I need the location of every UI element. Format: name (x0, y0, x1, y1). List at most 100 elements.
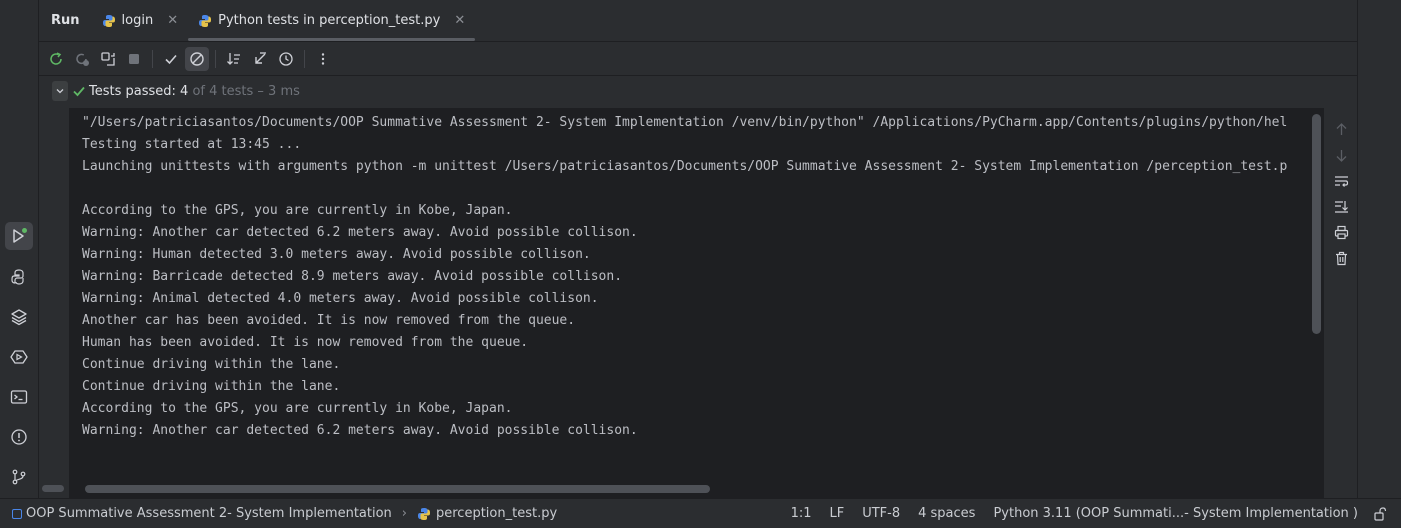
chevron-right-icon: › (401, 506, 407, 521)
python-file-icon (418, 507, 430, 520)
test-status-text: Tests passed: 4 of 4 tests – 3 ms (89, 84, 300, 99)
console-actions (1325, 108, 1357, 498)
tab-label: login (121, 13, 154, 28)
console-line: Warning: Another car detected 6.2 meters… (82, 423, 638, 438)
console-line: Warning: Human detected 3.0 meters away.… (82, 247, 591, 262)
console-line: Testing started at 13:45 ... (82, 137, 302, 152)
console-line: According to the GPS, you are currently … (82, 401, 513, 416)
console-line: According to the GPS, you are currently … (82, 203, 513, 218)
collapse-tree-button[interactable] (52, 81, 68, 101)
stop-icon (129, 53, 139, 64)
trash-icon (1335, 251, 1347, 265)
file-encoding[interactable]: UTF-8 (853, 506, 909, 521)
tool-window-strip (0, 0, 39, 498)
breadcrumb-file[interactable]: perception_test.py (436, 506, 557, 521)
line-separator[interactable]: LF (820, 506, 853, 521)
arrow-up-icon (1336, 122, 1346, 135)
services-icon (10, 350, 28, 364)
console-line: Continue driving within the lane. (82, 357, 341, 372)
tree-horizontal-scrollbar[interactable] (42, 485, 64, 492)
lock-icon[interactable] (1373, 506, 1387, 521)
run-toolbar (39, 42, 1357, 76)
rerun-button[interactable] (44, 47, 68, 71)
problems-tool-button[interactable] (5, 423, 33, 451)
python-packages-tool-button[interactable] (5, 303, 33, 331)
python-tests-icon (199, 14, 212, 27)
console-output[interactable]: "/Users/patriciasantos/Documents/OOP Sum… (69, 108, 1324, 498)
tests-detail: of 4 tests – 3 ms (192, 83, 300, 99)
terminal-icon (10, 390, 28, 404)
sort-alphabetically-button[interactable] (222, 47, 246, 71)
show-passed-button[interactable] (159, 47, 183, 71)
toggle-auto-test-icon (101, 51, 115, 66)
python-console-icon (11, 269, 24, 285)
tests-passed-count: 4 (180, 83, 189, 99)
show-ignored-button[interactable] (185, 46, 209, 71)
history-button[interactable] (274, 47, 298, 71)
console-line: Continue driving within the lane. (82, 379, 341, 394)
show-passed-icon (165, 54, 177, 64)
sort-by-duration-icon (255, 51, 266, 64)
toolbar-separator (215, 49, 216, 68)
sort-by-duration-button[interactable] (248, 47, 272, 71)
run-tool-button[interactable] (5, 222, 33, 250)
run-panel-title: Run (51, 13, 80, 28)
rerun-icon (50, 51, 62, 65)
clear-all-button[interactable] (1332, 249, 1350, 267)
python-console-tool-button[interactable] (5, 263, 33, 291)
close-icon[interactable]: ✕ (167, 13, 178, 28)
services-tool-button[interactable] (5, 343, 33, 371)
caret-position[interactable]: 1:1 (782, 506, 821, 521)
console-line: "/Users/patriciasantos/Documents/OOP Sum… (82, 115, 1288, 130)
right-tool-strip (1357, 0, 1401, 498)
status-bar: OOP Summative Assessment 2- System Imple… (0, 498, 1401, 528)
soft-wrap-icon (1334, 175, 1348, 187)
test-tree-pane[interactable] (39, 106, 69, 498)
run-icon (13, 228, 27, 243)
module-icon (12, 508, 22, 519)
down-stack-button[interactable] (1332, 146, 1350, 164)
tab-label: Python tests in perception_test.py (218, 13, 441, 28)
up-stack-button[interactable] (1332, 120, 1350, 138)
test-status-row: Tests passed: 4 of 4 tests – 3 ms (39, 77, 1357, 105)
soft-wrap-button[interactable] (1332, 172, 1350, 190)
console-line: Warning: Animal detected 4.0 meters away… (82, 291, 599, 306)
chevron-down-icon (56, 89, 64, 94)
arrow-down-icon (1336, 149, 1346, 162)
close-icon[interactable]: ✕ (454, 13, 465, 28)
breadcrumb-project[interactable]: OOP Summative Assessment 2- System Imple… (26, 506, 392, 521)
tests-passed-label: Tests passed: (89, 83, 181, 99)
print-button[interactable] (1332, 223, 1350, 241)
console-text: "/Users/patriciasantos/Documents/OOP Sum… (82, 112, 1324, 442)
console-line: Human has been avoided. It is now remove… (82, 335, 529, 350)
console-vertical-scrollbar[interactable] (1312, 114, 1321, 334)
python-icon (102, 14, 115, 27)
scroll-to-end-icon (1334, 200, 1348, 213)
more-options-button[interactable] (311, 47, 335, 71)
show-ignored-icon (190, 51, 204, 66)
stop-button[interactable] (122, 47, 146, 71)
tab-python-tests[interactable]: Python tests in perception_test.py ✕ (188, 0, 476, 41)
sort-alphabetically-icon (227, 52, 240, 65)
console-horizontal-scrollbar[interactable] (85, 485, 710, 493)
indent-setting[interactable]: 4 spaces (909, 506, 984, 521)
check-icon (73, 86, 85, 97)
console-line: Warning: Another car detected 6.2 meters… (82, 225, 638, 240)
toolbar-separator (304, 49, 305, 68)
python-interpreter[interactable]: Python 3.11 (OOP Summati...- System Impl… (984, 506, 1367, 521)
console-line: Another car has been avoided. It is now … (82, 313, 576, 328)
scroll-to-end-button[interactable] (1332, 197, 1350, 215)
console-line: Warning: Barricade detected 8.9 meters a… (82, 269, 623, 284)
rerun-failed-button[interactable] (70, 47, 94, 71)
terminal-tool-button[interactable] (5, 383, 33, 411)
tab-login[interactable]: login ✕ (92, 0, 189, 41)
git-tool-button[interactable] (5, 463, 33, 491)
run-tool-window: Run login ✕ Python tests in perception_t… (39, 0, 1357, 498)
toggle-auto-test-button[interactable] (96, 47, 120, 71)
history-icon (279, 51, 293, 66)
rerun-failed-icon (76, 53, 89, 66)
git-branch-icon (12, 469, 26, 485)
toolbar-separator (152, 49, 153, 68)
problems-icon (11, 429, 27, 445)
